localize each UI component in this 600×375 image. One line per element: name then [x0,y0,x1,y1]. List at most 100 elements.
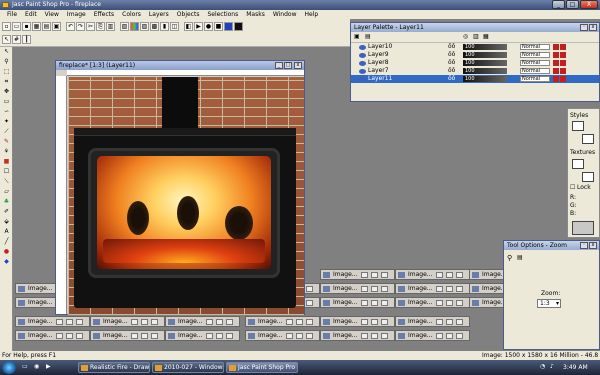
lock-transparency-icon[interactable] [553,44,559,50]
paintbrush-icon[interactable]: ✎ [1,137,12,146]
show-desktop-icon[interactable]: ▭ [22,363,28,370]
maximize-button[interactable] [446,272,453,278]
minimized-image-window[interactable]: Image... [395,283,470,294]
restore-button[interactable] [436,300,443,306]
maximize-button[interactable] [296,319,303,325]
styles-background-swatch[interactable] [582,134,594,144]
taskbar-item[interactable]: Realistic Fire - Draw... [78,362,150,373]
close-button[interactable] [151,319,158,325]
magic-wand-icon[interactable]: ✦ [1,117,12,126]
run-script-icon[interactable]: ▶ [194,21,203,31]
menu-effects[interactable]: Effects [90,11,118,18]
restore-button[interactable] [361,319,368,325]
histogram-icon[interactable]: ▮ [160,21,169,31]
restore-button[interactable] [56,333,63,339]
restore-button[interactable] [56,319,63,325]
maximize-button[interactable] [446,319,453,325]
close-button[interactable] [381,333,388,339]
restore-button[interactable] [206,319,213,325]
layer-palette-close-button[interactable]: x [589,24,597,31]
maximize-button[interactable]: □ [566,0,579,9]
close-button[interactable]: X [580,0,598,9]
menu-masks[interactable]: Masks [242,11,269,18]
close-button[interactable] [381,272,388,278]
close-button[interactable] [456,333,463,339]
minimized-image-window[interactable]: Image... [395,297,470,308]
zoom-tool-icon[interactable]: ⚲ [1,57,12,66]
maximize-button[interactable] [296,333,303,339]
new-file-icon[interactable]: ▫ [2,21,11,31]
minimize-button[interactable]: _ [552,0,565,9]
color-blue-icon[interactable] [224,21,233,31]
menu-file[interactable]: File [3,11,21,18]
menu-window[interactable]: Window [269,11,301,18]
browser-icon[interactable]: ◉ [34,363,39,370]
maximize-button[interactable] [371,286,378,292]
deform-tool-icon[interactable]: ⬚ [1,67,12,76]
maximize-button[interactable] [141,333,148,339]
textures-foreground-swatch[interactable] [572,159,584,169]
layer-opacity-slider[interactable]: 100 [463,76,507,82]
clone-brush-icon[interactable]: ⚘ [1,147,12,156]
color-black-icon[interactable] [234,21,243,31]
restore-button[interactable] [286,319,293,325]
close-button[interactable] [76,333,83,339]
mover-tool-icon[interactable]: ✥ [1,87,12,96]
restore-button[interactable] [286,333,293,339]
maximize-button[interactable] [371,300,378,306]
restore-button[interactable] [131,333,138,339]
maximize-button[interactable] [371,319,378,325]
lock-transparency-icon[interactable] [553,68,559,74]
maximize-button[interactable] [66,333,73,339]
minimized-image-window[interactable]: Image... [320,316,395,327]
grid-icon[interactable]: # [12,34,21,44]
color-palette-icon[interactable] [130,21,139,31]
new-layer-icon[interactable]: ▣ [354,33,360,40]
blend-mode-select[interactable]: Normal [520,68,550,74]
airbrush-icon[interactable]: ✐ [1,207,12,216]
minimized-image-window[interactable]: Image... [320,283,395,294]
image-close-button[interactable]: x [294,62,302,69]
blend-mode-select[interactable]: Normal [520,60,550,66]
visibility-toggle-icon[interactable]: ôô [448,67,455,75]
minimized-image-window[interactable]: Image... [395,316,470,327]
minimized-image-window[interactable]: Image... [320,297,395,308]
close-button[interactable] [306,333,313,339]
maximize-button[interactable] [371,333,378,339]
ruler-icon[interactable]: ┃ [22,34,31,44]
minimized-image-window[interactable]: Image... [245,330,320,341]
image-minimize-button[interactable]: _ [275,62,283,69]
layer-row[interactable]: Layer7 ôô 100 Normal [351,67,599,75]
preset-shapes-icon[interactable]: ● [1,247,12,256]
tool-options-pin-button[interactable]: ◦ [580,242,588,249]
minimized-image-window[interactable]: Image... [245,316,320,327]
zoom-select[interactable]: 1:3 ▾ [537,299,561,308]
arrow-tool-icon[interactable]: ↖ [1,47,12,56]
link-layer-icon[interactable] [560,68,566,74]
layer-opacity-slider[interactable]: 100 [463,68,507,74]
menu-edit[interactable]: Edit [21,11,41,18]
layer-opacity-slider[interactable]: 100 [463,52,507,58]
cursor-icon[interactable]: ↖ [2,34,11,44]
options-tab-icon[interactable]: ▤ [517,254,523,261]
tool-options-close-button[interactable]: x [589,242,597,249]
image-maximize-button[interactable]: □ [284,62,292,69]
media-icon[interactable]: ▶ [46,363,51,370]
styles-foreground-swatch[interactable] [572,121,584,131]
tool-palette-icon[interactable]: ▧ [120,21,129,31]
script-icon[interactable]: ◧ [184,21,193,31]
save-icon[interactable]: ▪ [22,21,31,31]
lock-transparency-icon[interactable] [553,60,559,66]
flood-fill-icon[interactable]: ⬙ [1,217,12,226]
maximize-button[interactable] [141,319,148,325]
restore-button[interactable] [436,319,443,325]
maximize-button[interactable] [446,333,453,339]
visibility-toggle-icon[interactable]: ôô [448,59,455,67]
print-icon[interactable]: ▤ [42,21,51,31]
maximize-button[interactable] [216,319,223,325]
minimized-image-window[interactable]: Image... [395,330,470,341]
menu-view[interactable]: View [41,11,63,18]
visibility-toggle-icon[interactable]: ôô [448,75,455,83]
crop-tool-icon[interactable]: ⌗ [1,77,12,86]
start-button[interactable] [2,361,16,374]
